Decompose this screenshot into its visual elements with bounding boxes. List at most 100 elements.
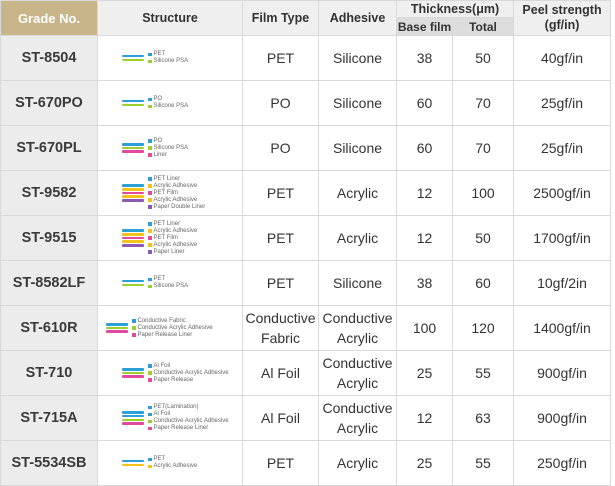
table-body: ST-8504 PET Silicone PSA PET Silicone 38 50 40g… [0,35,612,486]
layer-color-swatch [148,191,152,195]
layer-label: Conductive Acrylic Adhesive [137,324,213,331]
layer-stripe [122,58,144,62]
peel-strength-cell: 25gf/in [513,80,612,126]
layer-label: Acrylic Adhesive [153,182,198,189]
layer-stripe [122,463,144,467]
layer-stack-graphic [122,367,144,378]
structure-diagram: PET(Lamination) Al Foil Conductive Acrylic… [98,404,242,432]
layer-label: Paper Double Liner [153,203,206,210]
layer-color-swatch [132,319,136,323]
structure-diagram: PET Liner Acrylic Adhesive PET Film Acrylic… [98,221,242,256]
structure-diagram: Al Foil Conductive Acrylic Adhesive Paper … [98,363,242,384]
film-type-cell: PET [242,215,319,261]
base-film-cell: 12 [396,215,453,261]
layer-stack-graphic [122,411,144,426]
adhesive-cell-line1: Acrylic [336,454,379,471]
layer-label: Paper Release Liner [137,331,193,338]
film-type-cell-line1: PET [266,184,295,201]
layer-label: Conductive Fabric [137,317,186,324]
peel-strength-cell: 25gf/in [513,125,612,171]
layer-item: Silicone PSA [148,58,188,65]
peel-strength-cell: 2500gf/in [513,170,612,216]
layer-color-swatch [148,364,152,368]
layer-stripe [122,146,144,150]
layer-color-swatch [148,378,152,382]
film-type-cell: Al Foil [242,395,319,441]
layer-color-swatch [148,153,152,157]
layer-item: Conductive Acrylic Adhesive [132,325,213,332]
grade-cell: ST-670PO [0,80,98,126]
layer-color-swatch [148,205,152,209]
grade-cell: ST-610R [0,305,98,351]
layer-stripe [106,326,128,330]
adhesive-cell: Silicone [318,125,397,171]
adhesive-cell: Acrylic [318,170,397,216]
layer-label: PO [153,96,163,102]
film-type-cell-line1: PO [270,139,291,156]
grade-cell: ST-670PL [0,125,98,171]
layer-stripe [122,283,144,287]
layer-item: Al Foil [148,411,229,418]
layer-item: PET Liner [148,176,205,183]
layer-stripe [122,54,144,58]
layer-stripe [122,150,144,153]
layer-label: PET Film [153,234,179,241]
layer-label: Silicone PSA [153,58,189,64]
adhesive-cell: Conductive Acrylic [318,395,397,441]
layer-label: PET Film [153,189,179,196]
adhesive-cell-line2: Acrylic [336,420,379,436]
peel-strength-cell: 900gf/in [513,395,612,441]
adhesive-cell-line1: Silicone [332,274,383,291]
layer-item: Conductive Acrylic Adhesive [148,418,229,425]
layer-label: Al Foil [153,362,171,369]
adhesive-cell-line1: Acrylic [336,184,379,201]
film-type-cell: PET [242,440,319,486]
adhesive-cell: Acrylic [318,215,397,261]
layer-stripe [122,414,144,418]
film-type-cell-line1: PET [266,454,295,471]
layer-stripe [122,375,144,378]
layer-legend: PET Acrylic Adhesive [148,456,197,470]
layer-item: Acrylic Adhesive [148,242,197,249]
spec-table: Grade No. Structure Film Type Adhesive T… [0,0,612,486]
structure-cell: PO Silicone PSA Liner [97,125,243,171]
layer-color-swatch [148,177,152,181]
header-peel-line1: Peel strength [522,3,602,17]
layer-color-swatch [148,52,152,57]
base-film-cell: 100 [396,305,453,351]
header-grade: Grade No. [0,0,98,36]
adhesive-cell-line1: Silicone [332,94,383,111]
adhesive-cell: Conductive Acrylic [318,305,397,351]
layer-label: Paper Liner [153,248,185,255]
table-row: ST-9515 PET Liner Acrylic Adhesive PET Film… [0,215,612,261]
layer-color-swatch [148,419,152,424]
layer-item: PO [148,138,188,145]
layer-stripe [122,143,144,146]
base-film-cell: 25 [396,350,453,396]
layer-stack-graphic [122,54,144,62]
layer-item: Paper Release Liner [148,425,229,432]
grade-cell: ST-715A [0,395,98,441]
layer-stripe [106,330,128,333]
layer-color-swatch [148,146,152,150]
grade-cell: ST-710 [0,350,98,396]
base-film-cell: 38 [396,35,453,81]
peel-strength-cell: 10gf/2in [513,260,612,306]
structure-diagram: PO Silicone PSA [98,96,242,110]
layer-stack-graphic [122,459,144,467]
structure-cell: PET Liner Acrylic Adhesive PET Film Acrylic… [97,170,243,216]
layer-item: PET [148,51,188,58]
layer-label: Liner [153,151,167,158]
header-peel-strength: Peel strength (gf/in) [513,0,612,36]
peel-strength-cell: 900gf/in [513,350,612,396]
layer-stripe [122,99,144,103]
film-type-cell-line1: Al Foil [261,364,300,381]
layer-item: PET Liner [148,221,197,228]
film-type-cell-line1: PO [270,94,291,111]
layer-legend: PET Silicone PSA [148,276,188,290]
adhesive-cell: Silicone [318,80,397,126]
total-cell: 55 [451,350,515,396]
structure-cell: PET Silicone PSA [97,35,243,81]
structure-cell: Al Foil Conductive Acrylic Adhesive Paper … [97,350,243,396]
layer-color-swatch [148,284,152,289]
